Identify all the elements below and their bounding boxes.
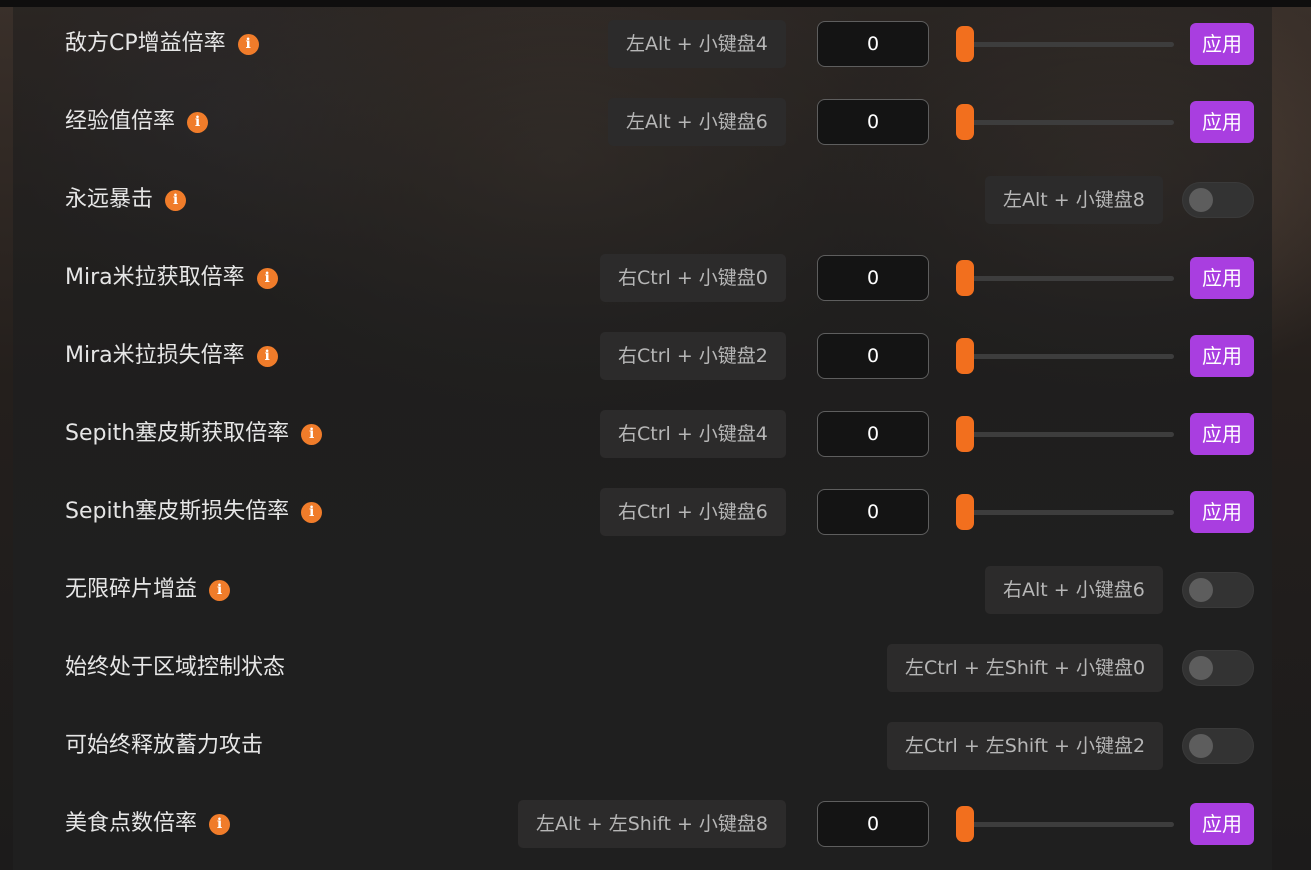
option-row: 无限碎片增益 i 右Alt + 小键盘6 [13, 565, 1272, 615]
slider-track[interactable] [964, 354, 1174, 359]
option-row: Mira米拉获取倍率 i 右Ctrl + 小键盘0 0 应用 [13, 253, 1272, 303]
option-row: Mira米拉损失倍率 i 右Ctrl + 小键盘2 0 应用 [13, 331, 1272, 381]
top-edge [0, 0, 1311, 7]
info-icon[interactable]: i [165, 189, 187, 211]
apply-button[interactable]: 应用 [1190, 491, 1254, 533]
info-icon[interactable]: i [209, 579, 231, 601]
cheat-options-panel: 敌方CP增益倍率 i 左Alt + 小键盘4 0 应用 经验值倍率 i 左Alt + 小键盘6… [13, 7, 1272, 870]
value-slider[interactable] [956, 806, 1174, 842]
option-label-text: Mira米拉获取倍率 [65, 265, 245, 290]
hotkey-badge[interactable]: 左Alt + 小键盘8 [985, 176, 1163, 224]
hotkey-badge[interactable]: 右Ctrl + 小键盘0 [600, 254, 786, 302]
apply-button[interactable]: 应用 [1190, 335, 1254, 377]
value-slider[interactable] [956, 260, 1174, 296]
hotkey-badge[interactable]: 右Ctrl + 小键盘2 [600, 332, 786, 380]
option-label-text: Sepith塞皮斯获取倍率 [65, 421, 290, 446]
toggle-knob [1189, 656, 1213, 680]
apply-button[interactable]: 应用 [1190, 101, 1254, 143]
toggle-knob [1189, 734, 1213, 758]
option-label-text: Sepith塞皮斯损失倍率 [65, 499, 290, 524]
hotkey-badge[interactable]: 右Ctrl + 小键盘4 [600, 410, 786, 458]
option-label-text: Mira米拉损失倍率 [65, 343, 245, 368]
option-row: Sepith塞皮斯获取倍率 i 右Ctrl + 小键盘4 0 应用 [13, 409, 1272, 459]
hotkey-badge[interactable]: 左Alt + 小键盘4 [608, 20, 786, 68]
toggle-knob [1189, 578, 1213, 602]
hotkey-badge[interactable]: 右Ctrl + 小键盘6 [600, 488, 786, 536]
toggle-switch[interactable] [1182, 650, 1254, 686]
option-label: 始终处于区域控制状态 [65, 643, 285, 693]
slider-thumb[interactable] [956, 26, 974, 62]
option-row: 经验值倍率 i 左Alt + 小键盘6 0 应用 [13, 97, 1272, 147]
value-input[interactable]: 0 [817, 489, 929, 535]
apply-button[interactable]: 应用 [1190, 257, 1254, 299]
option-label: 美食点数倍率 i [65, 799, 231, 849]
hotkey-badge[interactable]: 左Ctrl + 左Shift + 小键盘0 [887, 644, 1164, 692]
option-row: 可始终释放蓄力攻击 左Ctrl + 左Shift + 小键盘2 [13, 721, 1272, 771]
apply-button[interactable]: 应用 [1190, 803, 1254, 845]
slider-track[interactable] [964, 42, 1174, 47]
hotkey-badge[interactable]: 左Ctrl + 左Shift + 小键盘2 [887, 722, 1164, 770]
slider-track[interactable] [964, 120, 1174, 125]
option-label-text: 无限碎片增益 [65, 577, 198, 602]
toggle-knob [1189, 188, 1213, 212]
option-row: 美食点数倍率 i 左Alt + 左Shift + 小键盘8 0 应用 [13, 799, 1272, 849]
toggle-switch[interactable] [1182, 572, 1254, 608]
value-input[interactable]: 0 [817, 411, 929, 457]
slider-thumb[interactable] [956, 260, 974, 296]
hotkey-badge[interactable]: 右Alt + 小键盘6 [985, 566, 1163, 614]
value-slider[interactable] [956, 104, 1174, 140]
value-slider[interactable] [956, 416, 1174, 452]
option-label: Sepith塞皮斯获取倍率 i [65, 409, 323, 459]
option-label: Mira米拉获取倍率 i [65, 253, 278, 303]
value-slider[interactable] [956, 494, 1174, 530]
option-row: 永远暴击 i 左Alt + 小键盘8 [13, 175, 1272, 225]
value-input[interactable]: 0 [817, 99, 929, 145]
option-label-text: 始终处于区域控制状态 [65, 655, 286, 680]
value-input[interactable]: 0 [817, 21, 929, 67]
option-row: Sepith塞皮斯损失倍率 i 右Ctrl + 小键盘6 0 应用 [13, 487, 1272, 537]
slider-thumb[interactable] [956, 494, 974, 530]
value-input[interactable]: 0 [817, 333, 929, 379]
info-icon[interactable]: i [256, 267, 278, 289]
info-icon[interactable]: i [187, 111, 209, 133]
info-icon[interactable]: i [237, 33, 259, 55]
option-label: 经验值倍率 i [65, 97, 209, 147]
hotkey-badge[interactable]: 左Alt + 小键盘6 [608, 98, 786, 146]
option-label: 可始终释放蓄力攻击 [65, 721, 263, 771]
slider-track[interactable] [964, 510, 1174, 515]
info-icon[interactable]: i [256, 345, 278, 367]
toggle-switch[interactable] [1182, 728, 1254, 764]
info-icon[interactable]: i [301, 423, 323, 445]
option-label: 永远暴击 i [65, 175, 187, 225]
info-icon[interactable]: i [209, 813, 231, 835]
option-label-text: 美食点数倍率 [65, 811, 198, 836]
slider-track[interactable] [964, 822, 1174, 827]
slider-track[interactable] [964, 432, 1174, 437]
info-icon[interactable]: i [301, 501, 323, 523]
slider-thumb[interactable] [956, 104, 974, 140]
option-label-text: 永远暴击 [65, 187, 154, 212]
option-label-text: 可始终释放蓄力攻击 [65, 733, 264, 758]
option-label: Mira米拉损失倍率 i [65, 331, 278, 381]
value-input[interactable]: 0 [817, 801, 929, 847]
slider-thumb[interactable] [956, 416, 974, 452]
option-label: Sepith塞皮斯损失倍率 i [65, 487, 323, 537]
slider-thumb[interactable] [956, 338, 974, 374]
option-label: 敌方CP增益倍率 i [65, 19, 259, 69]
hotkey-badge[interactable]: 左Alt + 左Shift + 小键盘8 [518, 800, 786, 848]
value-input[interactable]: 0 [817, 255, 929, 301]
option-label-text: 经验值倍率 [65, 109, 176, 134]
slider-track[interactable] [964, 276, 1174, 281]
option-label-text: 敌方CP增益倍率 [65, 31, 226, 56]
option-row: 敌方CP增益倍率 i 左Alt + 小键盘4 0 应用 [13, 19, 1272, 69]
option-label: 无限碎片增益 i [65, 565, 231, 615]
value-slider[interactable] [956, 338, 1174, 374]
option-row: 始终处于区域控制状态 左Ctrl + 左Shift + 小键盘0 [13, 643, 1272, 693]
apply-button[interactable]: 应用 [1190, 23, 1254, 65]
toggle-switch[interactable] [1182, 182, 1254, 218]
slider-thumb[interactable] [956, 806, 974, 842]
value-slider[interactable] [956, 26, 1174, 62]
apply-button[interactable]: 应用 [1190, 413, 1254, 455]
